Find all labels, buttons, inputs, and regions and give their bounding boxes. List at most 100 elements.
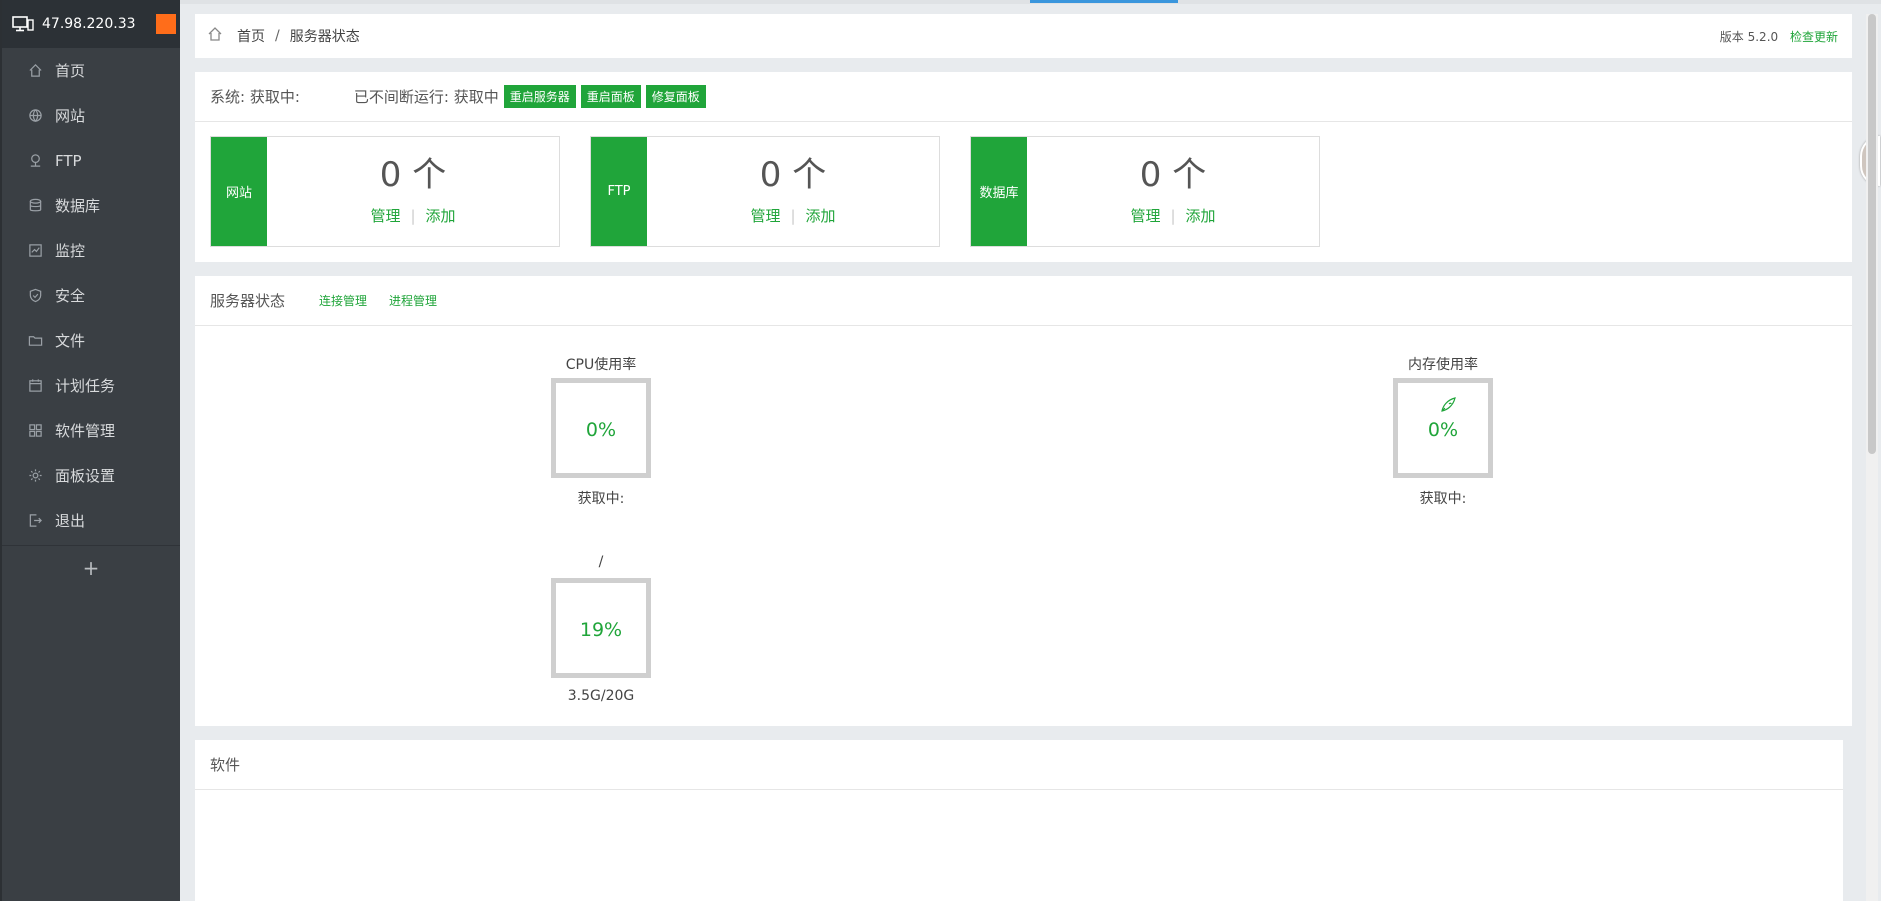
computer-icon [12,16,34,32]
gauge-ring: 19% [551,578,651,678]
gauge-sub: 获取中: [1419,491,1467,507]
stat-boxes: 网站 0 个 管理 | 添加 FTP 0 个 管理 | 添加 数据库 0 个 管… [195,122,1852,262]
scrollbar-thumb[interactable] [1868,14,1876,454]
stat-database: 数据库 0 个 管理 | 添加 [970,136,1320,247]
stat-count: 0 个 [379,155,447,195]
server-ip: 47.98.220.33 [42,16,136,32]
sidebar-item-label: 首页 [55,62,86,80]
sidebar-item-files[interactable]: 文件 [2,318,180,363]
cpu-gauge[interactable]: CPU使用率 0% 获取中: [541,354,661,508]
breadcrumb-home-link[interactable] [207,26,223,46]
sidebar-item-software[interactable]: 软件管理 [2,408,180,453]
home-icon [29,64,42,77]
sidebar-item-label: 文件 [55,332,86,350]
ftp-icon [30,154,41,167]
software-header: 软件 [195,740,1843,790]
software-title: 软件 [210,756,241,774]
gauge-value: 0% [585,419,617,441]
breadcrumb-separator: / [275,28,280,44]
gauge-label: CPU使用率 [565,357,637,373]
process-manage-link[interactable]: 进程管理 [389,292,437,309]
home-icon [208,27,222,41]
sidebar-item-monitor[interactable]: 监控 [2,228,180,273]
add-website-link[interactable]: 添加 [426,207,456,225]
shield-icon [29,288,42,303]
stat-tag: 网站 [211,137,267,246]
sidebar-nav: 首页 网站 FTP 数据库 监控 安全 文件 计划任务 软件管理 面板设置 退出 [2,48,180,543]
calendar-icon [29,379,42,392]
server-status-title: 服务器状态 [210,292,286,310]
logout-icon [29,514,42,527]
server-status-header: 服务器状态 连接管理 进程管理 [195,276,1852,326]
gauge-ring: 0% [551,378,651,478]
breadcrumb-home[interactable]: 首页 [237,26,265,46]
sidebar-item-ftp[interactable]: FTP [2,138,180,183]
gauge-label: / [598,554,604,570]
gauge-ring: 0% [1393,378,1493,478]
add-database-link[interactable]: 添加 [1186,207,1216,225]
sidebar-item-cron[interactable]: 计划任务 [2,363,180,408]
alert-square[interactable] [156,14,176,34]
sidebar-item-label: 数据库 [55,197,101,215]
sidebar-item-website[interactable]: 网站 [2,93,180,138]
version-info: 版本 5.2.0 检查更新 [1720,28,1838,45]
stat-count: 0 个 [1139,155,1207,195]
gauge-sub: 3.5G/20G [567,688,635,704]
gear-icon [29,469,42,482]
add-menu-button[interactable]: + [2,545,180,589]
repair-panel-button[interactable]: 修复面板 [645,85,706,108]
gauge-sub: 获取中: [577,491,625,507]
sidebar-item-label: 计划任务 [55,377,116,395]
system-bar: 系统: 获取中: 已不间断运行: 获取中 重启服务器 重启面板 修复面板 [195,72,1852,122]
stat-count: 0 个 [759,155,827,195]
gauge-value: 19% [579,619,623,641]
sidebar-header: 47.98.220.33 [2,0,180,48]
sidebar-item-label: 安全 [55,287,86,305]
system-os: 系统: 获取中: [210,88,300,106]
breadcrumb-current: 服务器状态 [289,29,360,45]
grid-icon [29,424,42,437]
sidebar-item-label: 软件管理 [55,422,116,440]
sidebar: 47.98.220.33 首页 网站 FTP 数据库 监控 安全 文件 计划任务… [0,0,180,901]
version-label: 版本 5.2.0 [1719,30,1779,44]
stat-tag: 数据库 [971,137,1027,246]
stat-website: 网站 0 个 管理 | 添加 [210,136,560,247]
sidebar-item-home[interactable]: 首页 [2,48,180,93]
gauge-value: 0% [1427,419,1459,441]
sidebar-item-security[interactable]: 安全 [2,273,180,318]
system-uptime: 已不间断运行: 获取中 [353,88,499,106]
database-icon [29,198,42,212]
active-tab-indicator [1030,0,1178,3]
disk-gauge[interactable]: / 19% 3.5G/20G [541,554,661,704]
stat-ftp: FTP 0 个 管理 | 添加 [590,136,940,247]
sidebar-item-logout[interactable]: 退出 [2,498,180,543]
add-ftp-link[interactable]: 添加 [806,207,836,225]
folder-icon [28,336,43,346]
sidebar-item-database[interactable]: 数据库 [2,183,180,228]
manage-database-link[interactable]: 管理 [1130,207,1160,225]
sidebar-item-label: 监控 [55,242,86,260]
page-scrollbar[interactable] [1866,14,1878,901]
sidebar-item-label: FTP [55,151,82,170]
check-update-link[interactable]: 检查更新 [1790,30,1838,44]
stat-tag: FTP [591,137,647,246]
manage-website-link[interactable]: 管理 [370,207,400,225]
connection-manage-link[interactable]: 连接管理 [319,292,367,309]
manage-ftp-link[interactable]: 管理 [750,207,780,225]
restart-server-button[interactable]: 重启服务器 [503,85,576,108]
server-status-panel: 服务器状态 连接管理 进程管理 CPU使用率 0% 获取中: 内存使用率 0% … [195,276,1852,726]
sidebar-item-panel-settings[interactable]: 面板设置 [2,453,180,498]
memory-gauge[interactable]: 内存使用率 0% 获取中: [1383,354,1503,508]
restart-panel-button[interactable]: 重启面板 [580,85,641,108]
top-tab-strip [180,0,1881,4]
sidebar-item-label: 退出 [55,512,86,530]
rocket-icon[interactable] [1438,395,1458,415]
breadcrumb: 首页 / 服务器状态 版本 5.2.0 检查更新 [195,14,1852,58]
software-panel: 软件 [195,740,1843,901]
globe-icon [29,109,42,122]
sidebar-item-label: 网站 [55,107,86,125]
gauge-label: 内存使用率 [1408,357,1478,373]
sidebar-item-label: 面板设置 [55,467,116,485]
system-panel: 系统: 获取中: 已不间断运行: 获取中 重启服务器 重启面板 修复面板 网站 … [195,72,1852,262]
monitor-icon [29,244,42,257]
